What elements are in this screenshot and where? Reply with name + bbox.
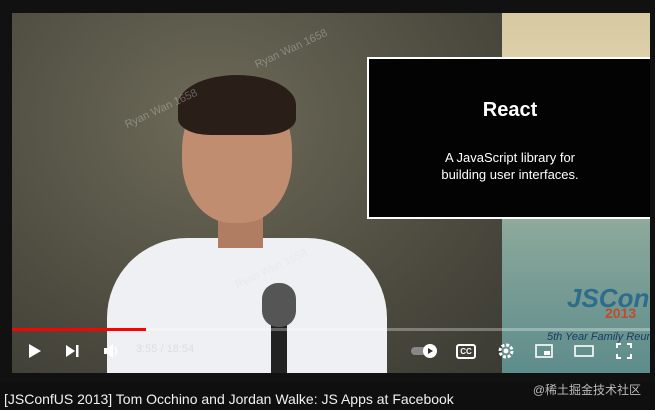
theater-icon — [574, 344, 594, 358]
slide-title: React — [482, 99, 538, 121]
slide-subtitle: A JavaScript library for building user i… — [441, 150, 579, 182]
captions-label: CC — [460, 346, 472, 356]
time-display: 3:55 / 18:54 — [136, 343, 195, 355]
volume-icon — [103, 343, 121, 359]
next-button[interactable] — [58, 335, 86, 367]
play-button[interactable] — [20, 335, 48, 367]
logo-year: 2013 — [605, 305, 637, 321]
speaker-hair — [178, 75, 296, 135]
fullscreen-button[interactable] — [610, 335, 638, 367]
play-icon — [26, 343, 42, 359]
progress-played — [12, 328, 146, 331]
settings-icon — [497, 342, 515, 360]
captions-icon: CC — [456, 343, 476, 359]
autoplay-toggle[interactable] — [408, 335, 442, 367]
autoplay-toggle-icon — [410, 343, 440, 359]
volume-button[interactable] — [98, 335, 126, 367]
settings-button[interactable] — [492, 335, 520, 367]
video-area[interactable]: Ryan Wan 1658 Ryan Wan 1658 Ryan Wan 165… — [12, 13, 650, 373]
captions-button[interactable]: CC — [452, 335, 480, 367]
source-credit: @稀土掘金技术社区 — [532, 383, 641, 397]
fullscreen-icon — [616, 343, 632, 359]
theater-button[interactable] — [570, 335, 598, 367]
miniplayer-icon — [535, 344, 553, 358]
player-controls: 3:55 / 18:54 CC — [12, 335, 650, 371]
next-icon — [64, 343, 80, 359]
presentation-slide: React A JavaScript library for building … — [367, 57, 650, 219]
speaker-image — [107, 43, 387, 373]
player-frame: Ryan Wan 1658 Ryan Wan 1658 Ryan Wan 165… — [0, 0, 655, 410]
video-title[interactable]: [JSConfUS 2013] Tom Occhino and Jordan W… — [4, 391, 454, 407]
miniplayer-button[interactable] — [530, 335, 558, 367]
progress-bar[interactable] — [12, 328, 650, 331]
